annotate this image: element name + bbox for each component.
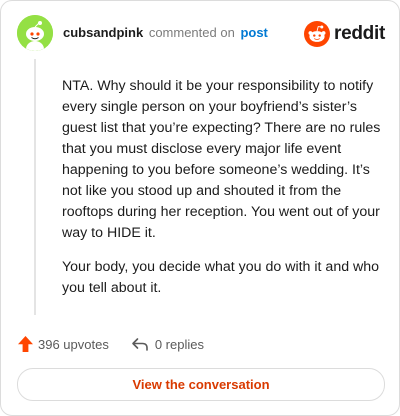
upvotes-stat[interactable]: 396 upvotes: [17, 335, 109, 353]
comment-action-text: commented on: [148, 25, 235, 40]
comment-body: NTA. Why should it be your responsibilit…: [62, 76, 384, 312]
replies-stat[interactable]: 0 replies: [131, 336, 204, 352]
upvote-arrow-icon: [18, 336, 33, 352]
avatar[interactable]: [17, 15, 53, 51]
reddit-wordmark: reddit: [334, 23, 385, 44]
thread-line[interactable]: [34, 59, 36, 315]
reply-icon: [132, 338, 148, 351]
post-link[interactable]: post: [240, 25, 267, 40]
comment-paragraph: Your body, you decide what you do with i…: [62, 259, 380, 296]
comment-paragraph: NTA. Why should it be your responsibilit…: [62, 78, 381, 241]
view-conversation-button[interactable]: View the conversation: [17, 368, 385, 401]
reddit-logo[interactable]: reddit: [304, 21, 385, 47]
reddit-snoo-icon: [304, 21, 331, 47]
comment-header: cubsandpink commented on post: [63, 25, 268, 41]
snoo-avatar-icon: [17, 15, 53, 51]
replies-label: 0 replies: [154, 336, 204, 352]
username[interactable]: cubsandpink: [63, 25, 143, 40]
comment-card: cubsandpink commented on post reddit NTA…: [0, 0, 400, 416]
comment-footer: 396 upvotes 0 replies: [17, 335, 204, 353]
upvotes-label: 396 upvotes: [38, 336, 109, 352]
